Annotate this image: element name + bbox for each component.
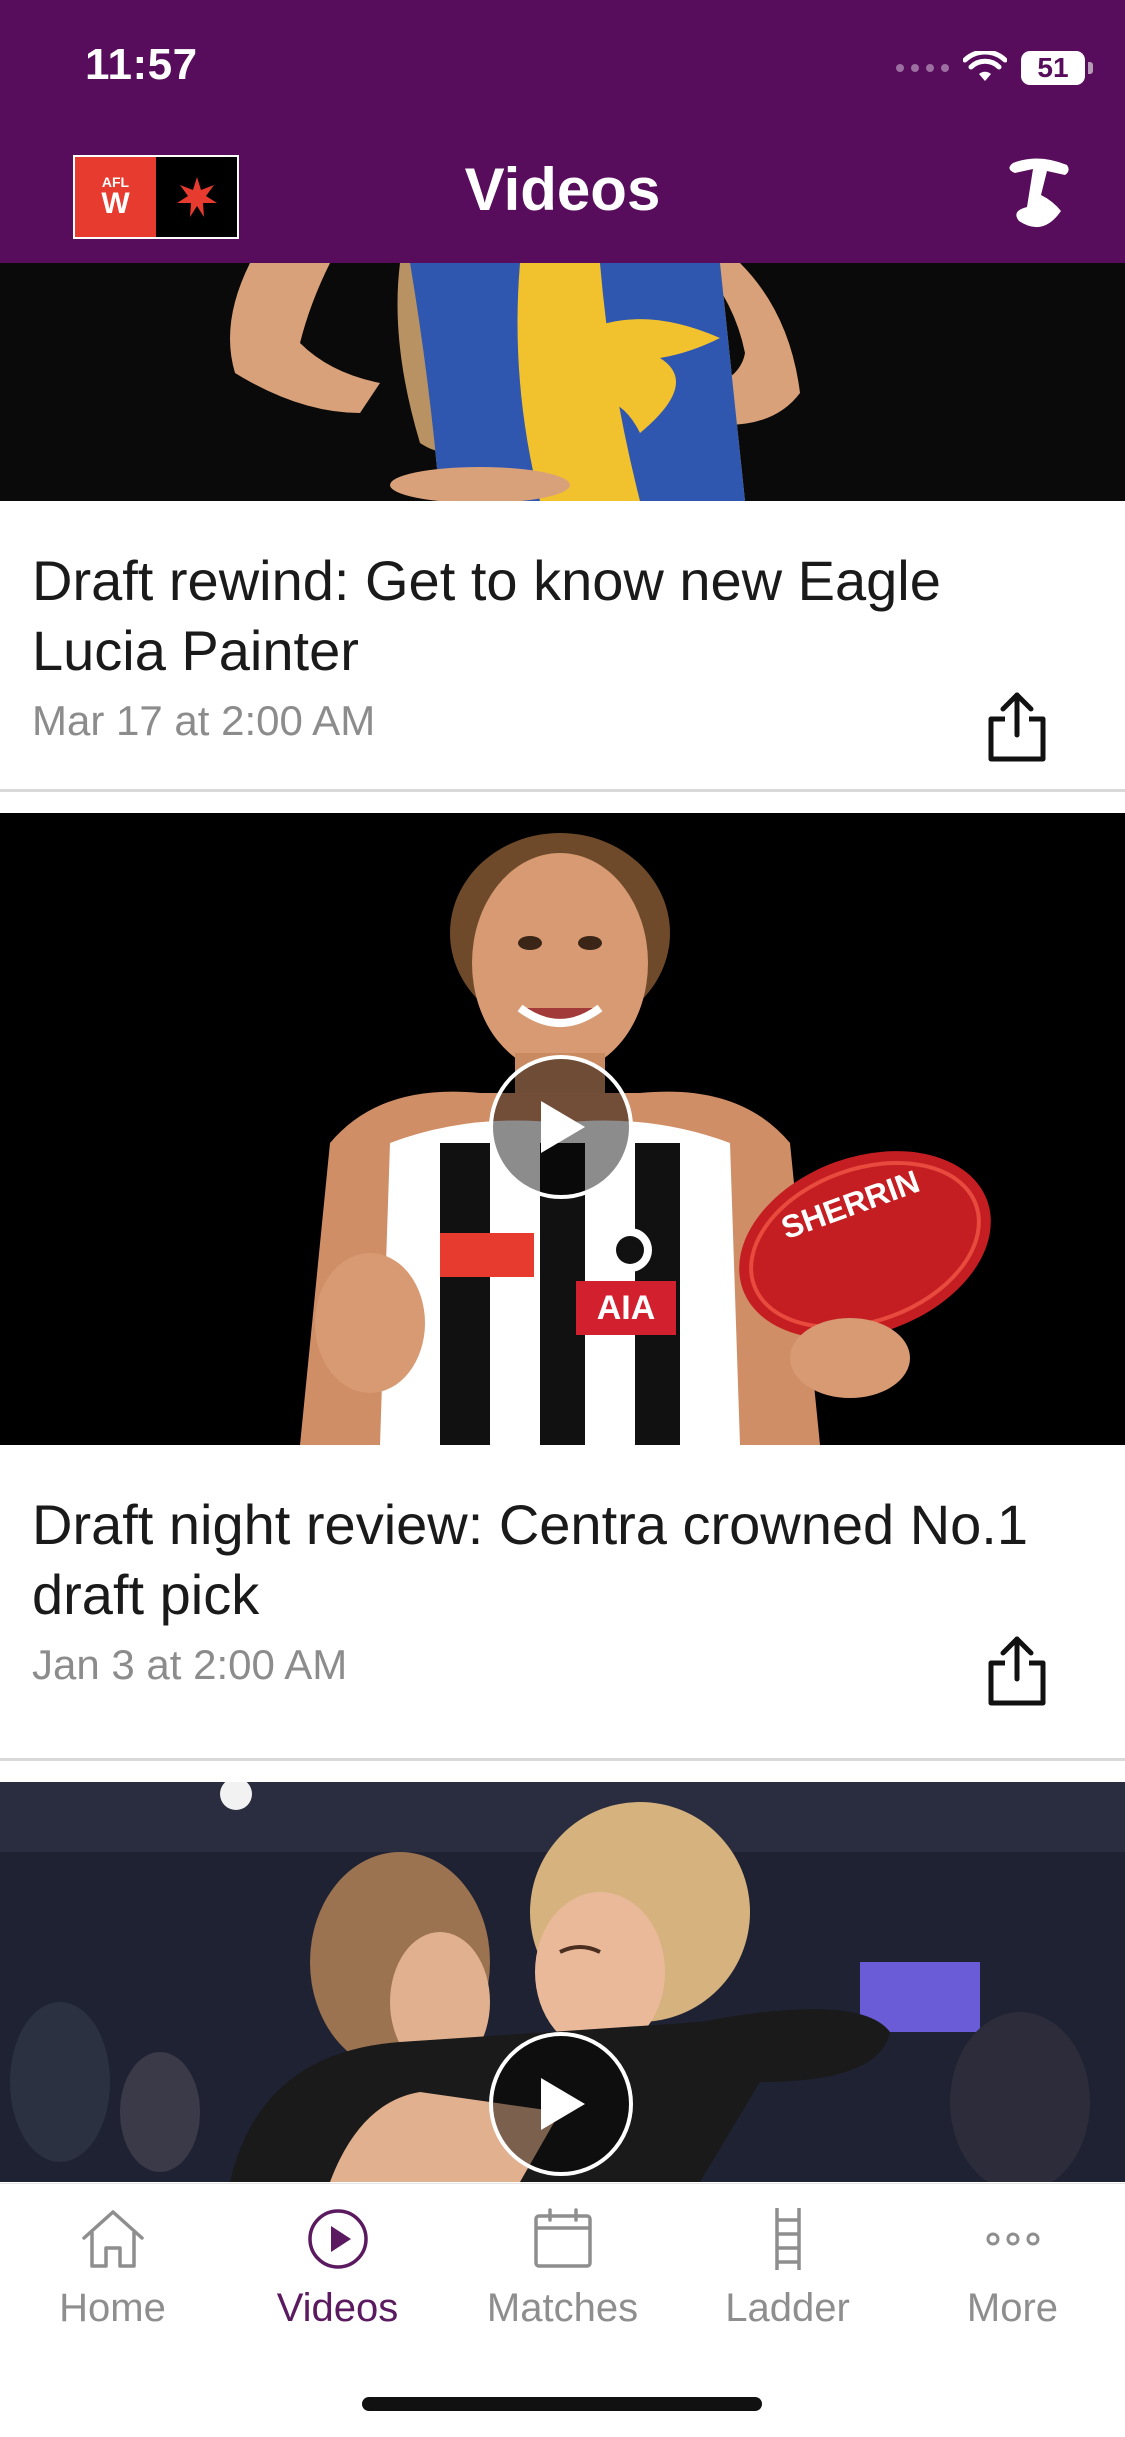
divider [0,1758,1125,1761]
status-time: 11:57 [85,40,198,89]
cellular-signal-icon [896,64,949,72]
video-card[interactable]: Draft night review: Centra crowned No.1 … [0,1445,1125,1782]
video-title[interactable]: Draft rewind: Get to know new Eagle Luci… [32,546,1052,686]
thumbnail-eagles-player [0,263,1125,501]
share-icon[interactable] [985,1635,1049,1707]
video-date: Jan 3 at 2:00 AM [32,1641,348,1688]
app-header: 11:57 51 AFL W Videos [0,0,1125,263]
home-indicator[interactable] [362,2397,762,2411]
status-indicators: 51 [896,46,1093,90]
tab-label: Videos [276,2286,399,2330]
tab-matches[interactable]: Matches [450,2204,675,2331]
tab-label: Ladder [725,2286,850,2330]
video-thumbnail[interactable] [0,263,1125,501]
video-thumbnail[interactable]: AIA SHERRIN [0,813,1125,1445]
telstra-logo-icon[interactable] [1003,155,1073,235]
divider [0,789,1125,792]
home-icon [81,2210,144,2268]
video-thumbnail[interactable] [0,1782,1125,2182]
ladder-icon [774,2208,801,2270]
video-title[interactable]: Draft night review: Centra crowned No.1 … [32,1490,1052,1630]
tab-label: Home [59,2286,166,2330]
video-date: Mar 17 at 2:00 AM [32,697,376,744]
page-title: Videos [464,156,661,223]
tab-home[interactable]: Home [0,2204,225,2331]
more-dots-icon [986,2232,1039,2246]
play-icon [541,1101,585,1153]
play-circle-icon [307,2209,368,2269]
tab-ladder[interactable]: Ladder [675,2204,900,2331]
tab-label: Matches [486,2286,639,2330]
play-button[interactable] [489,1055,633,1199]
tab-more[interactable]: More [900,2204,1125,2331]
play-button[interactable] [489,2032,633,2176]
video-feed[interactable]: Draft rewind: Get to know new Eagle Luci… [0,263,1125,2183]
calendar-icon [533,2208,592,2268]
video-card[interactable]: Draft rewind: Get to know new Eagle Luci… [0,501,1125,813]
tab-label: More [966,2286,1059,2330]
play-icon [541,2078,585,2130]
tab-videos[interactable]: Videos [225,2204,450,2331]
battery-icon: 51 [1021,51,1093,85]
jersey-sponsor: AIA [597,1289,656,1327]
share-icon[interactable] [985,691,1049,763]
wifi-icon [963,51,1007,81]
